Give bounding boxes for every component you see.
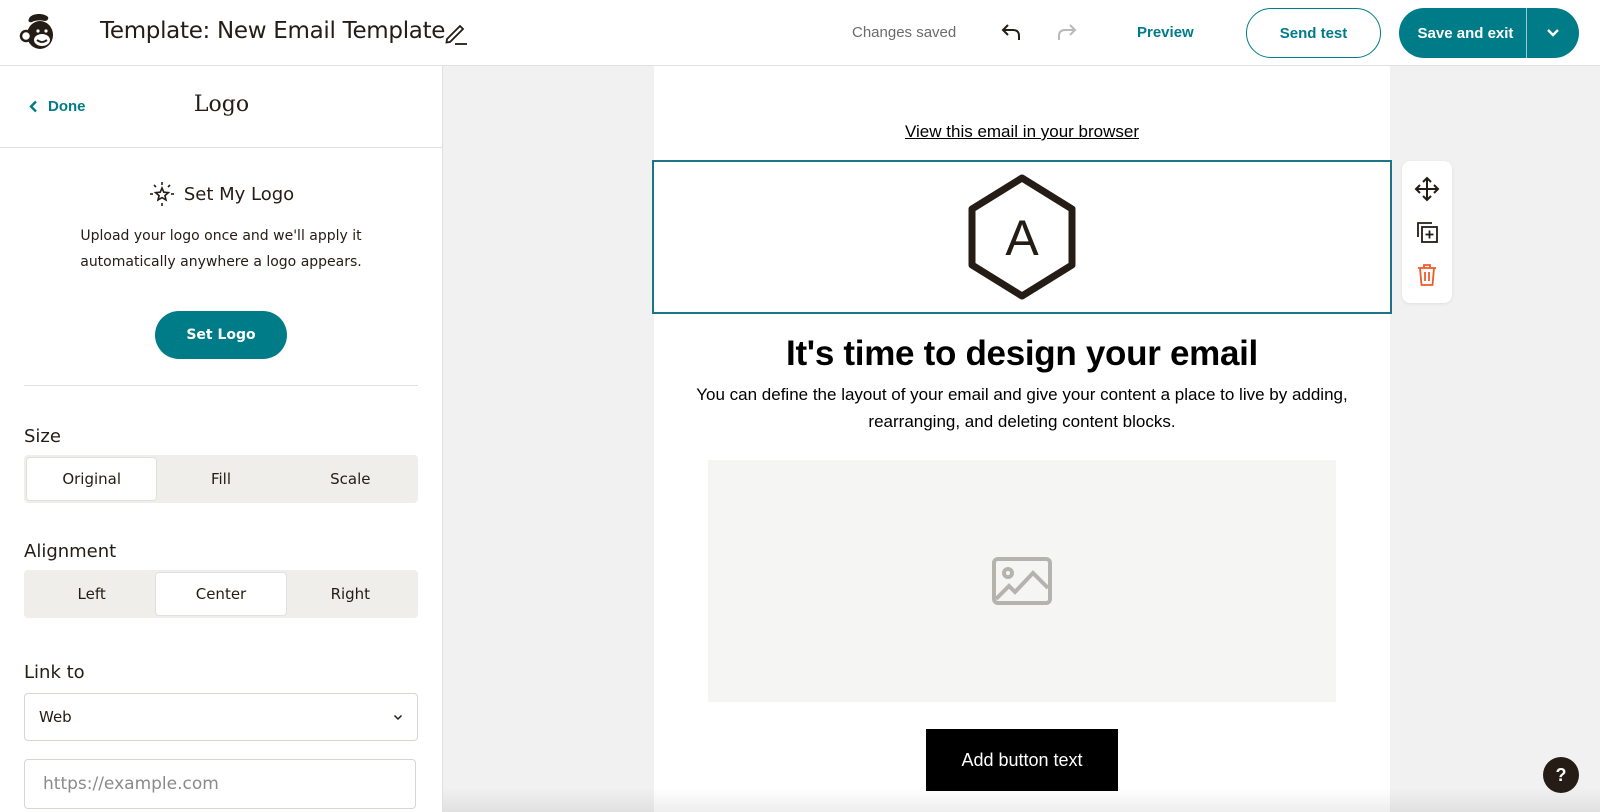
logo-settings-panel: Done Logo Set My Logo Upload your logo o… [0, 66, 443, 812]
image-block-placeholder[interactable] [708, 460, 1336, 702]
alignment-label: Alignment [24, 541, 117, 562]
top-bar: Template: New Email Template Changes sav… [0, 0, 1600, 66]
duplicate-icon [1417, 222, 1438, 243]
alignment-option-center[interactable]: Center [156, 573, 286, 615]
set-my-logo-heading: Set My Logo [148, 180, 294, 208]
pencil-icon[interactable] [443, 20, 469, 46]
save-status: Changes saved [852, 24, 957, 41]
set-my-logo-description: Upload your logo once and we'll apply it… [80, 228, 362, 270]
image-icon [992, 557, 1052, 605]
preview-button[interactable]: Preview [1137, 24, 1194, 41]
set-my-logo-section: Set My Logo Upload your logo once and we… [0, 148, 442, 359]
duplicate-block-button[interactable] [1412, 217, 1442, 247]
size-option-scale[interactable]: Scale [286, 458, 415, 500]
divider [24, 385, 418, 386]
block-toolbar [1402, 161, 1452, 303]
delete-block-button[interactable] [1412, 260, 1442, 290]
size-option-original[interactable]: Original [27, 458, 157, 500]
email-body-text: You can define the layout of your email … [696, 385, 1348, 431]
move-block-button[interactable] [1412, 174, 1442, 204]
trash-icon [1418, 264, 1436, 287]
mailchimp-logo-icon[interactable] [18, 11, 60, 53]
save-and-exit-button[interactable]: Save and exit [1399, 8, 1527, 58]
hexagon-logo-icon: A [968, 174, 1076, 300]
alignment-segmented-control: Left Center Right [24, 570, 418, 618]
set-logo-button[interactable]: Set Logo [155, 311, 287, 359]
help-button[interactable]: ? [1543, 757, 1579, 793]
save-options-dropdown[interactable] [1527, 8, 1579, 58]
chevron-down-icon [393, 714, 403, 720]
undo-icon[interactable] [1000, 20, 1024, 44]
size-segmented-control: Original Fill Scale [24, 455, 418, 503]
template-title: Template: New Email Template [100, 18, 446, 44]
link-type-value: Web [39, 708, 72, 726]
email-headline: It's time to design your email [786, 334, 1258, 373]
email-canvas: View this email in your browser A It's t… [443, 66, 1600, 812]
redo-icon [1054, 20, 1078, 44]
link-type-select[interactable]: Web [24, 693, 418, 741]
size-label: Size [24, 426, 61, 447]
set-my-logo-title: Set My Logo [183, 183, 295, 205]
send-test-button[interactable]: Send test [1246, 8, 1381, 58]
alignment-option-left[interactable]: Left [27, 573, 156, 615]
view-in-browser-link[interactable]: View this email in your browser [654, 122, 1390, 142]
move-arrows-icon [1414, 176, 1440, 202]
logo-letter: A [1005, 210, 1039, 266]
link-url-input[interactable] [24, 759, 416, 809]
save-and-exit-split-button: Save and exit [1399, 8, 1579, 58]
panel-title: Logo [193, 92, 250, 117]
email-preview: View this email in your browser A It's t… [652, 66, 1392, 812]
sparkle-star-icon [149, 182, 174, 206]
logo-block-selected[interactable]: A [652, 160, 1392, 314]
size-option-fill[interactable]: Fill [156, 458, 285, 500]
link-to-label: Link to [24, 662, 85, 683]
panel-header: Done Logo [0, 66, 442, 148]
chevron-down-icon [1547, 29, 1559, 37]
alignment-option-right[interactable]: Right [286, 573, 415, 615]
email-cta-button[interactable]: Add button text [926, 729, 1118, 791]
